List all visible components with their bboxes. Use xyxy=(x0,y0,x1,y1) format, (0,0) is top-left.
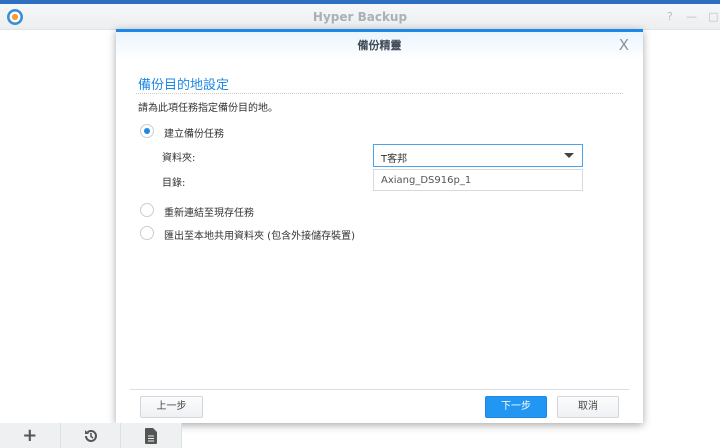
backup-wizard-dialog: 備份精靈 X 備份目的地設定 請為此項任務指定備份目的地。 建立備份任務 資料夾… xyxy=(116,29,643,423)
radio-create-task[interactable] xyxy=(140,124,154,138)
log-icon xyxy=(145,427,158,444)
history-button[interactable] xyxy=(61,423,122,448)
help-button[interactable]: ? xyxy=(667,10,673,23)
folder-select[interactable]: T客邦 xyxy=(373,144,583,167)
maximize-button[interactable]: □ xyxy=(708,10,718,23)
folder-label: 資料夾: xyxy=(162,153,196,164)
bottom-toolbar: + xyxy=(0,423,183,448)
description: 請為此項任務指定備份目的地。 xyxy=(138,103,278,114)
history-icon xyxy=(84,429,97,442)
section-title: 備份目的地設定 xyxy=(138,78,230,93)
next-button[interactable]: 下一步 xyxy=(485,396,547,418)
directory-label: 目錄: xyxy=(162,178,186,189)
cancel-button[interactable]: 取消 xyxy=(557,396,619,418)
radio-export-local[interactable] xyxy=(140,226,154,240)
radio-relink-task-label[interactable]: 重新連結至現存任務 xyxy=(164,204,254,219)
add-button[interactable]: + xyxy=(0,423,61,448)
log-button[interactable] xyxy=(121,423,183,448)
directory-input[interactable]: Axiang_DS916p_1 xyxy=(373,169,583,191)
radio-relink-task[interactable] xyxy=(140,203,154,217)
title-bar: Hyper Backup ? — □ xyxy=(0,4,720,30)
footer-divider xyxy=(130,389,629,390)
radio-export-local-label[interactable]: 匯出至本地共用資料夾 (包含外接儲存裝置) xyxy=(164,227,355,242)
radio-create-task-label[interactable]: 建立備份任務 xyxy=(164,125,224,140)
close-icon[interactable]: X xyxy=(619,36,629,54)
folder-select-value: T客邦 xyxy=(381,154,408,165)
plus-icon: + xyxy=(22,425,38,446)
minimize-button[interactable]: — xyxy=(686,10,697,23)
divider xyxy=(136,93,623,94)
chevron-down-icon xyxy=(564,153,574,158)
prev-button[interactable]: 上一步 xyxy=(140,396,203,418)
app-title: Hyper Backup xyxy=(312,10,408,24)
dialog-title: 備份精靈 xyxy=(116,32,643,60)
